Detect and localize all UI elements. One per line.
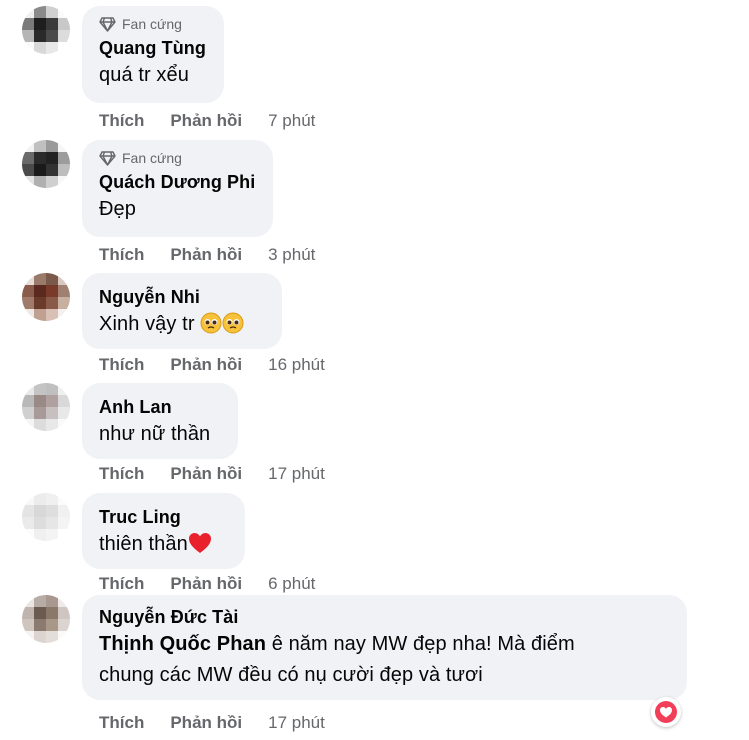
comment-actions: Thích Phản hồi 16 phút <box>99 353 325 377</box>
comment-text-body: Xinh vậy tr <box>99 313 195 335</box>
comment-text-body: thiên thần <box>99 533 188 555</box>
diamond-icon <box>99 17 116 32</box>
comment-actions: Thích Phản hồi 3 phút <box>99 243 315 267</box>
comment-time[interactable]: 6 phút <box>268 574 315 594</box>
avatar[interactable] <box>22 383 70 431</box>
reply-button[interactable]: Phản hồi <box>170 355 242 375</box>
avatar[interactable] <box>22 140 70 188</box>
comment-text: thiên thần <box>99 529 229 564</box>
comment-time[interactable]: 3 phút <box>268 245 315 265</box>
fan-badge: Fan cứng <box>99 14 208 34</box>
like-button[interactable]: Thích <box>99 245 144 265</box>
reply-button[interactable]: Phản hồi <box>170 245 242 265</box>
comment-bubble: Nguyễn Nhi Xinh vậy tr <box>82 273 282 349</box>
comment-bubble: Fan cứng Quách Dương Phi Đẹp <box>82 140 273 237</box>
comment-text: như nữ thần <box>99 423 211 445</box>
comment-author[interactable]: Nguyễn Đức Tài <box>99 605 671 629</box>
comment-time[interactable]: 17 phút <box>268 464 325 484</box>
comment-actions: Thích Phản hồi 17 phút <box>99 462 325 486</box>
comment-actions: Thích Phản hồi 6 phút <box>99 572 315 596</box>
comment-bubble: Truc Ling thiên thần <box>82 493 245 569</box>
comment-actions: Thích Phản hồi 7 phút <box>99 109 315 133</box>
like-button[interactable]: Thích <box>99 355 144 375</box>
avatar[interactable] <box>22 595 70 643</box>
reply-button[interactable]: Phản hồi <box>170 713 242 733</box>
like-button[interactable]: Thích <box>99 713 144 733</box>
like-button[interactable]: Thích <box>99 111 144 131</box>
comment-author[interactable]: Quách Dương Phi <box>99 170 257 194</box>
fan-badge: Fan cứng <box>99 148 257 168</box>
comment-time[interactable]: 16 phút <box>268 355 325 375</box>
comment-time[interactable]: 7 phút <box>268 111 315 131</box>
reply-button[interactable]: Phản hồi <box>170 574 242 594</box>
badge-label: Fan cứng <box>122 150 182 166</box>
badge-label: Fan cứng <box>122 16 182 32</box>
comment-author[interactable]: Truc Ling <box>99 505 229 529</box>
comment-text: quá tr xểu <box>99 64 189 86</box>
comment-author[interactable]: Anh Lan <box>99 395 222 419</box>
pleading-face-icon <box>222 312 244 344</box>
comment-bubble: Fan cứng Quang Tùng quá tr xểu <box>82 6 224 103</box>
comment-text-line2: chung các MW đều có nụ cười đẹp và tươi <box>99 664 483 686</box>
comment-text: Đẹp <box>99 198 136 220</box>
love-icon <box>655 701 677 723</box>
red-heart-icon <box>188 532 212 564</box>
love-reaction-badge[interactable] <box>651 697 681 727</box>
comment-text: Xinh vậy tr <box>99 309 266 344</box>
comment-text-line1: ê năm nay MW đẹp nha! Mà điểm <box>266 633 575 655</box>
comment-bubble: Nguyễn Đức Tài Thịnh Quốc Phan ê năm nay… <box>82 595 687 700</box>
comment-bubble: Anh Lan như nữ thần <box>82 383 238 459</box>
pleading-face-icon <box>200 312 222 344</box>
avatar[interactable] <box>22 6 70 54</box>
avatar[interactable] <box>22 493 70 541</box>
comment-actions: Thích Phản hồi 17 phút <box>99 711 325 735</box>
like-button[interactable]: Thích <box>99 574 144 594</box>
like-button[interactable]: Thích <box>99 464 144 484</box>
reply-button[interactable]: Phản hồi <box>170 464 242 484</box>
reply-button[interactable]: Phản hồi <box>170 111 242 131</box>
mention-link[interactable]: Thịnh Quốc Phan <box>99 633 266 655</box>
comment-author[interactable]: Quang Tùng <box>99 36 208 60</box>
diamond-icon <box>99 151 116 166</box>
comment-author[interactable]: Nguyễn Nhi <box>99 285 266 309</box>
comment-time[interactable]: 17 phút <box>268 713 325 733</box>
avatar[interactable] <box>22 273 70 321</box>
comment-text: Thịnh Quốc Phan ê năm nay MW đẹp nha! Mà… <box>99 629 671 691</box>
